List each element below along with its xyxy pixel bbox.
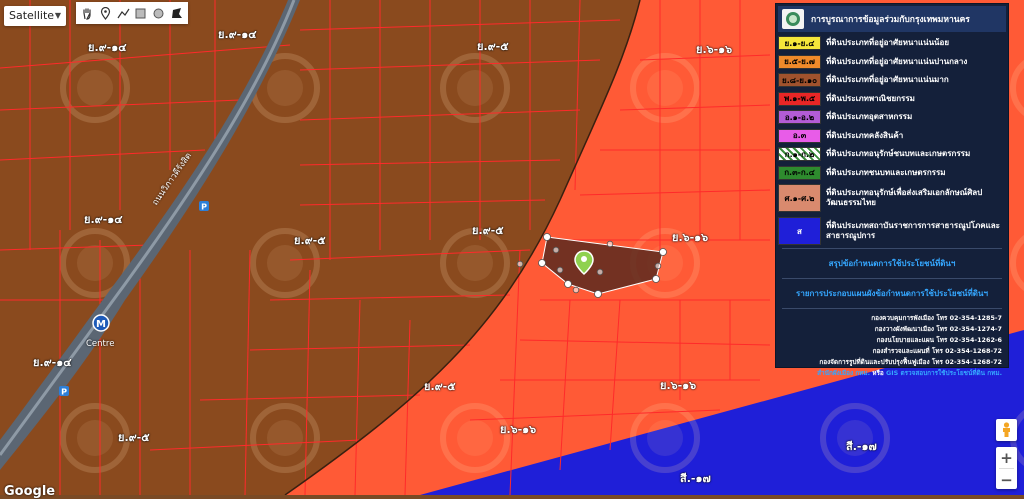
legend-row: ก.๑-ก.๒ ที่ดินประเภทอนุรักษ์ชนบทและเกษตรก… xyxy=(778,145,1006,164)
drawing-toolbar xyxy=(76,2,188,24)
parking-icon: P xyxy=(59,386,69,397)
legend-swatch: ศ.๑-ศ.๒ xyxy=(778,184,821,212)
vertex-handle[interactable] xyxy=(596,268,604,276)
zoom-control: + − xyxy=(996,447,1017,489)
google-logo: Google xyxy=(4,484,56,499)
legend-label: ที่ดินประเภทสถาบันราชการการสาธารณูปโภคแล… xyxy=(826,221,1000,240)
legend-row: ส ที่ดินประเภทสถาบันราชการการสาธารณูปโภคแ… xyxy=(778,214,1006,248)
pin-icon[interactable] xyxy=(98,5,114,22)
svg-text:P: P xyxy=(61,388,67,397)
polygon-icon[interactable] xyxy=(168,5,184,22)
legend-row: ย.๑-ย.๔ ที่ดินประเภทที่อยู่อาศัยหนาแน่นน้… xyxy=(778,34,1006,53)
vertex-handle[interactable] xyxy=(556,266,564,274)
contact-line: กองจัดการรูปที่ดินและปรับปรุงฟื้นฟูเมือง… xyxy=(819,358,1002,366)
vertex-handle[interactable] xyxy=(594,290,602,298)
vertex-handle[interactable] xyxy=(564,280,572,288)
contact-line: กองสำรวจและแผนที่ โทร 02-354-1268-72 xyxy=(872,347,1002,355)
vertex-handle[interactable] xyxy=(543,233,551,241)
legend-row: ย.๕-ย.๗ ที่ดินประเภทที่อยู่อาศัยหนาแน่นปา… xyxy=(778,53,1006,72)
legend-swatch: พ.๑-พ.๕ xyxy=(778,91,821,106)
vertex-handle[interactable] xyxy=(552,246,560,254)
zone-label: ย.๙-๕ xyxy=(472,224,504,237)
legend-label: ที่ดินประเภทที่อยู่อาศัยหนาแน่นปานกลาง xyxy=(826,56,968,66)
legend-swatch: ส xyxy=(778,217,821,245)
city-planning-link[interactable]: สำนักผังเมือง กทม. xyxy=(817,369,870,377)
legend-swatch: ย.๘-ย.๑๐ xyxy=(778,73,821,88)
gis-link[interactable]: GIS ตรวจสอบการใช้ประโยชน์ที่ดิน กทม. xyxy=(886,369,1002,377)
contact-footer: สำนักผังเมือง กทม. หรือ GIS ตรวจสอบการใช… xyxy=(782,368,1002,379)
legend-row: ย.๘-ย.๑๐ ที่ดินประเภทที่อยู่อาศัยหนาแน่นม… xyxy=(778,71,1006,90)
bma-seal-icon xyxy=(782,9,804,29)
legend-label: ที่ดินประเภทอนุรักษ์เพื่อส่งเสริมเอกลักษ… xyxy=(826,188,983,207)
zone-label: ย.๖-๑๖ xyxy=(500,423,537,436)
zone-label: ย.๙-๑๔ xyxy=(88,41,127,54)
summary-link[interactable]: สรุปข้อกำหนดการใช้ประโยชน์ที่ดินฯ xyxy=(782,248,1002,278)
svg-text:M: M xyxy=(96,319,106,330)
vertex-handle[interactable] xyxy=(516,260,524,268)
map-type-value: Satellite xyxy=(9,9,55,22)
legend-row: ก.๓-ก.๔ ที่ดินประเภทชนบทและเกษตรกรรม xyxy=(778,164,1006,183)
legend-label: ที่ดินประเภทที่อยู่อาศัยหนาแน่นน้อย xyxy=(826,38,950,48)
contact-line: กองนโยบายและแผน โทร 02-354-1262-6 xyxy=(876,336,1002,344)
legend-header: การบูรณาการข้อมูลร่วมกับกรุงเทพมหานคร xyxy=(778,6,1006,32)
pegman-icon[interactable] xyxy=(996,419,1017,441)
legend-label: ที่ดินประเภทอนุรักษ์ชนบทและเกษตรกรรม xyxy=(826,149,971,159)
place-label: Centre xyxy=(86,339,115,349)
legend-row: พ.๑-พ.๕ ที่ดินประเภทพาณิชยกรรม xyxy=(778,90,1006,109)
legend-swatch: อ.๓ xyxy=(778,128,821,143)
chevron-down-icon: ▼ xyxy=(54,11,61,20)
zoning-legend: การบูรณาการข้อมูลร่วมกับกรุงเทพมหานคร ย.… xyxy=(775,3,1009,377)
zone-label: ย.๙-๑๔ xyxy=(218,28,257,41)
svg-text:P: P xyxy=(201,203,207,212)
legend-label: ที่ดินประเภทคลังสินค้า xyxy=(826,130,904,140)
vertex-handle[interactable] xyxy=(538,259,546,267)
contact-line: กองวางผังพัฒนาเมือง โทร 02-354-1274-7 xyxy=(874,325,1002,333)
zone-label: สี.-๑๗ xyxy=(680,472,711,485)
legend-swatch: ก.๓-ก.๔ xyxy=(778,165,821,180)
zoom-in-button[interactable]: + xyxy=(996,447,1017,468)
polyline-icon[interactable] xyxy=(115,5,131,22)
zoom-out-button[interactable]: − xyxy=(996,469,1017,490)
zone-label: สี.-๑๗ xyxy=(846,440,877,453)
zone-label: ย.๙-๕ xyxy=(118,431,150,444)
legend-label: ที่ดินประเภทที่อยู่อาศัยหนาแน่นมาก xyxy=(826,75,949,85)
hand-icon[interactable] xyxy=(80,5,96,22)
legend-label: ที่ดินประเภทพาณิชยกรรม xyxy=(826,93,915,103)
circle-icon[interactable] xyxy=(151,5,167,22)
vertex-handle[interactable] xyxy=(572,286,580,294)
zone-label: ย.๙-๑๔ xyxy=(84,213,123,226)
legend-swatch: ย.๑-ย.๔ xyxy=(778,36,821,51)
parking-icon: P xyxy=(199,201,209,212)
rectangle-icon[interactable] xyxy=(133,5,149,22)
zone-label: ย.๖-๑๖ xyxy=(672,231,709,244)
contact-list: กองควบคุมการพังเมือง โทร 02-354-1285-7 ก… xyxy=(782,308,1002,379)
legend-row: อ.๓ ที่ดินประเภทคลังสินค้า xyxy=(778,127,1006,146)
metro-station-icon: M xyxy=(92,314,110,332)
zone-label: ย.๙-๕ xyxy=(294,234,326,247)
zone-label: ย.๖-๑๖ xyxy=(660,379,697,392)
legend-swatch: ก.๑-ก.๒ xyxy=(778,147,821,162)
details-link[interactable]: รายการประกอบแผนผังข้อกำหนดการใช้ประโยชน์… xyxy=(782,278,1002,308)
vertex-handle[interactable] xyxy=(606,240,614,248)
legend-label: ที่ดินประเภทชนบทและเกษตรกรรม xyxy=(826,167,946,177)
legend-row: ศ.๑-ศ.๒ ที่ดินประเภทอนุรักษ์เพื่อส่งเสริม… xyxy=(778,182,1006,214)
legend-title: การบูรณาการข้อมูลร่วมกับกรุงเทพมหานคร xyxy=(811,15,970,25)
legend-label: ที่ดินประเภทอุตสาหกรรม xyxy=(826,112,913,122)
vertex-handle[interactable] xyxy=(654,262,662,270)
zone-label: ย.๖-๑๖ xyxy=(696,43,733,56)
zone-label: ย.๙-๕ xyxy=(477,40,509,53)
vertex-handle[interactable] xyxy=(652,275,660,283)
legend-row: อ.๑-อ.๒ ที่ดินประเภทอุตสาหกรรม xyxy=(778,108,1006,127)
footer-or: หรือ xyxy=(872,369,884,377)
zone-label: ย.๙-๑๔ xyxy=(33,356,72,369)
zone-label: ย.๙-๕ xyxy=(424,380,456,393)
contact-line: กองควบคุมการพังเมือง โทร 02-354-1285-7 xyxy=(871,314,1002,322)
legend-swatch: ย.๕-ย.๗ xyxy=(778,54,821,69)
vertex-handle[interactable] xyxy=(659,248,667,256)
map-type-select[interactable]: Satellite ▼ xyxy=(4,6,66,26)
legend-swatch: อ.๑-อ.๒ xyxy=(778,110,821,125)
